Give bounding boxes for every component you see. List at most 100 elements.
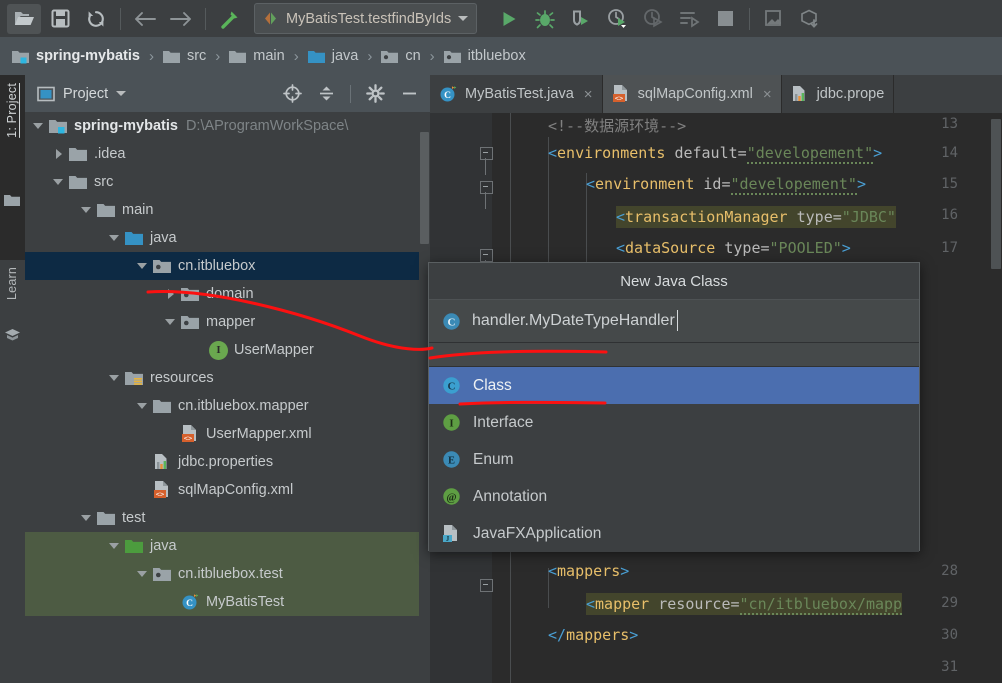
class-kind-option-annotation[interactable]: @ Annotation xyxy=(429,478,919,515)
chevron-down-icon[interactable] xyxy=(81,512,94,525)
tree-row-idea[interactable]: .idea xyxy=(25,140,430,168)
project-tree[interactable]: spring-mybatis D:\AProgramWorkSpace\ .id… xyxy=(25,112,430,683)
folder-icon xyxy=(153,398,172,414)
back-button[interactable] xyxy=(128,4,162,34)
new-java-class-dialog[interactable]: New Java Class C handler.MyDateTypeHandl… xyxy=(428,262,920,552)
fold-marker[interactable] xyxy=(480,147,493,175)
editor-tab-jdbc-properties[interactable]: jdbc.prope xyxy=(782,75,895,113)
tree-row-spring-mybatis[interactable]: spring-mybatis D:\AProgramWorkSpace\ xyxy=(25,112,430,140)
breadcrumb-item-java[interactable]: java xyxy=(307,48,358,64)
properties-file-icon xyxy=(791,85,810,103)
open-folder-button[interactable] xyxy=(7,3,41,34)
chevron-down-icon[interactable] xyxy=(458,16,469,21)
svg-text:C: C xyxy=(186,599,193,609)
package-icon xyxy=(381,49,399,64)
build-project-button[interactable] xyxy=(213,4,247,34)
breadcrumb-label: cn xyxy=(405,48,421,64)
close-icon[interactable]: × xyxy=(763,86,772,103)
breadcrumb-item-spring-mybatis[interactable]: spring-mybatis xyxy=(12,48,140,64)
class-name-input[interactable]: C handler.MyDateTypeHandler xyxy=(429,300,919,343)
profile-button[interactable] xyxy=(600,4,634,34)
tree-path: D:\AProgramWorkSpace\ xyxy=(185,118,349,134)
tree-row-test[interactable]: test xyxy=(25,504,430,532)
breadcrumb-item-main[interactable]: main xyxy=(229,48,285,64)
svg-text:C: C xyxy=(448,316,456,328)
chevron-down-icon[interactable] xyxy=(165,316,178,329)
scrollbar-thumb[interactable] xyxy=(991,119,1001,269)
class-kind-option-javafxapplication[interactable]: J JavaFXApplication xyxy=(429,515,919,552)
editor-scrollbar[interactable] xyxy=(990,113,1002,683)
fold-marker[interactable] xyxy=(480,579,493,592)
chevron-down-icon[interactable] xyxy=(109,232,122,245)
chevron-down-icon[interactable] xyxy=(53,176,66,189)
run-config-icon xyxy=(262,11,279,26)
tree-row-java-main[interactable]: java xyxy=(25,224,430,252)
editor-tab-sqlmapconfig-xml[interactable]: <> sqlMapConfig.xml × xyxy=(602,75,782,113)
package-icon xyxy=(153,566,172,582)
chevron-right-icon[interactable] xyxy=(53,148,66,161)
arrow-left-icon xyxy=(133,11,157,27)
tree-row-mybatistest[interactable]: C MyBatisTest xyxy=(25,588,430,616)
locate-icon[interactable] xyxy=(279,81,305,107)
chevron-down-icon[interactable] xyxy=(137,568,150,581)
option-label: Enum xyxy=(473,450,514,468)
tree-row-mapper[interactable]: mapper xyxy=(25,308,430,336)
fold-marker[interactable] xyxy=(480,249,493,277)
run-configuration-selector[interactable]: MyBatisTest.testfindByIds xyxy=(254,3,478,34)
chevron-down-icon[interactable] xyxy=(116,91,127,96)
breadcrumb-item-itbluebox[interactable]: itbluebox xyxy=(443,48,526,64)
editor-tab-mybatistest-java[interactable]: C MyBatisTest.java × xyxy=(430,75,603,113)
line-number: 31 xyxy=(941,659,958,675)
save-all-button[interactable] xyxy=(43,4,77,34)
tree-row-usermapper[interactable]: I UserMapper xyxy=(25,336,430,364)
tree-row-cn-itbluebox-mapper[interactable]: cn.itbluebox.mapper xyxy=(25,392,430,420)
editor-tab-label: sqlMapConfig.xml xyxy=(637,86,753,102)
chevron-down-icon[interactable] xyxy=(81,204,94,217)
breadcrumb-label: spring-mybatis xyxy=(36,48,140,64)
stop-icon xyxy=(717,10,734,27)
tree-row-resources[interactable]: resources xyxy=(25,364,430,392)
forward-button[interactable] xyxy=(164,4,198,34)
tree-row-cn-itbluebox-test[interactable]: cn.itbluebox.test xyxy=(25,560,430,588)
class-kind-option-enum[interactable]: E Enum xyxy=(429,441,919,478)
tree-row-src[interactable]: src xyxy=(25,168,430,196)
tree-row-usermapper-xml[interactable]: <> UserMapper.xml xyxy=(25,420,430,448)
tree-row-main[interactable]: main xyxy=(25,196,430,224)
run-button[interactable] xyxy=(492,4,526,34)
tree-label: cn.itbluebox xyxy=(178,258,256,274)
line-number: 15 xyxy=(941,176,958,192)
collapse-all-icon[interactable] xyxy=(313,81,339,107)
chevron-down-icon[interactable] xyxy=(109,372,122,385)
debug-button[interactable] xyxy=(528,4,562,34)
tree-label: jdbc.properties xyxy=(178,454,274,470)
chevron-down-icon[interactable] xyxy=(109,540,122,553)
run-with-coverage-button[interactable] xyxy=(564,4,598,34)
project-panel-title: Project xyxy=(63,85,109,102)
svg-text:C: C xyxy=(448,381,456,393)
chevron-right-icon[interactable] xyxy=(165,288,178,301)
breadcrumb-item-src[interactable]: src xyxy=(162,48,206,64)
editor-tab-bar: C MyBatisTest.java × <> sqlMapConfig.xml… xyxy=(430,75,1002,113)
debug-icon xyxy=(535,9,556,29)
tree-row-domain[interactable]: domain xyxy=(25,280,430,308)
minimize-icon[interactable] xyxy=(396,81,422,107)
chevron-down-icon[interactable] xyxy=(137,400,150,413)
class-kind-list[interactable]: C Class I Interface E Enum @ Annotation … xyxy=(429,367,919,552)
sync-button[interactable] xyxy=(79,4,113,34)
tree-row-cn-itbluebox[interactable]: cn.itbluebox xyxy=(25,252,430,280)
class-kind-option-interface[interactable]: I Interface xyxy=(429,404,919,441)
project-panel-header: Project xyxy=(25,75,430,112)
folder-icon xyxy=(162,49,181,64)
tree-row-jdbc-properties[interactable]: jdbc.properties xyxy=(25,448,430,476)
close-icon[interactable]: × xyxy=(584,86,593,103)
class-kind-option-class[interactable]: C Class xyxy=(429,367,919,404)
breadcrumb-item-cn[interactable]: cn xyxy=(381,48,421,64)
tree-row-sqlmapconfig-xml[interactable]: <> sqlMapConfig.xml xyxy=(25,476,430,504)
chevron-down-icon[interactable] xyxy=(137,260,150,273)
tree-row-java-test[interactable]: java xyxy=(25,532,430,560)
fold-marker[interactable] xyxy=(480,181,493,209)
package-icon xyxy=(181,286,200,302)
gear-icon[interactable] xyxy=(362,81,388,107)
scrollbar-thumb[interactable] xyxy=(420,132,429,244)
chevron-down-icon[interactable] xyxy=(33,120,46,133)
